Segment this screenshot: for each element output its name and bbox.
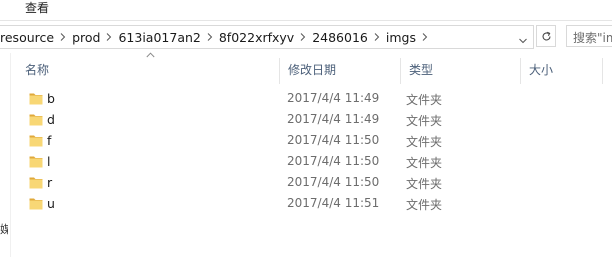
refresh-button[interactable]	[536, 25, 556, 47]
column-size-header[interactable]: 大小	[520, 58, 602, 84]
tab-view[interactable]: 查看	[25, 0, 49, 20]
file-type: 文件夹	[406, 93, 443, 107]
refresh-icon	[541, 31, 551, 41]
file-name: b	[47, 91, 55, 106]
file-type: 文件夹	[406, 114, 443, 128]
file-date: 2017/4/4 11:51	[287, 196, 380, 210]
file-name: d	[47, 112, 55, 127]
chevron-right-icon[interactable]	[203, 33, 217, 41]
column-extra-header[interactable]	[602, 58, 612, 84]
chevron-right-icon[interactable]	[370, 33, 384, 41]
file-name: f	[47, 133, 52, 148]
crumb-613ia017an2[interactable]: 613ia017an2	[116, 30, 202, 45]
file-list: b 2017/4/4 11:49 文件夹 d 2017/4/4 11:49 文件…	[14, 89, 612, 215]
folder-icon	[29, 114, 43, 126]
list-item[interactable]: l 2017/4/4 11:50 文件夹	[14, 152, 612, 173]
file-type: 文件夹	[406, 177, 443, 191]
chevron-right-icon[interactable]	[56, 33, 70, 41]
navigation-pane: 媒	[0, 53, 11, 257]
file-date: 2017/4/4 11:49	[287, 112, 380, 126]
nav-item-fragment[interactable]: 媒	[0, 221, 8, 237]
crumb-8f022xrfxyv[interactable]: 8f022xrfxyv	[217, 30, 296, 45]
search-input[interactable]: 搜索"im	[566, 25, 612, 47]
breadcrumb: resource prod 613ia017an2 8f022xrfxyv 24…	[0, 26, 432, 48]
list-item[interactable]: f 2017/4/4 11:50 文件夹	[14, 131, 612, 152]
column-type-header[interactable]: 类型	[400, 58, 520, 84]
ribbon: 查看	[0, 0, 612, 21]
column-header: 名称 修改日期 类型 大小	[14, 58, 612, 84]
list-item[interactable]: u 2017/4/4 11:51 文件夹	[14, 194, 612, 215]
file-type: 文件夹	[406, 198, 443, 212]
file-name: r	[47, 175, 53, 190]
file-type: 文件夹	[406, 156, 443, 170]
list-item[interactable]: r 2017/4/4 11:50 文件夹	[14, 173, 612, 194]
file-date: 2017/4/4 11:50	[287, 175, 380, 189]
file-date: 2017/4/4 11:50	[287, 154, 380, 168]
folder-icon	[29, 135, 43, 147]
file-type: 文件夹	[406, 135, 443, 149]
folder-icon	[29, 198, 43, 210]
chevron-right-icon[interactable]	[102, 33, 116, 41]
address-dropdown-button[interactable]	[514, 30, 532, 52]
search-placeholder: 搜索"im	[573, 31, 612, 45]
column-date-header[interactable]: 修改日期	[279, 58, 400, 84]
chevron-down-icon	[519, 38, 527, 44]
crumb-2486016[interactable]: 2486016	[310, 30, 370, 45]
crumb-resource[interactable]: resource	[0, 30, 56, 45]
file-name: u	[47, 196, 55, 211]
crumb-prod[interactable]: prod	[70, 30, 102, 45]
list-item[interactable]: b 2017/4/4 11:49 文件夹	[14, 89, 612, 110]
chevron-right-icon[interactable]	[296, 33, 310, 41]
address-bar[interactable]: resource prod 613ia017an2 8f022xrfxyv 24…	[0, 25, 534, 49]
list-item[interactable]: d 2017/4/4 11:49 文件夹	[14, 110, 612, 131]
address-row: resource prod 613ia017an2 8f022xrfxyv 24…	[0, 21, 612, 53]
column-name-header[interactable]: 名称	[17, 58, 281, 84]
file-date: 2017/4/4 11:50	[287, 133, 380, 147]
crumb-imgs[interactable]: imgs	[384, 30, 418, 45]
file-date: 2017/4/4 11:49	[287, 91, 380, 105]
folder-icon	[29, 177, 43, 189]
file-name: l	[47, 154, 51, 169]
folder-icon	[29, 156, 43, 168]
folder-icon	[29, 93, 43, 105]
chevron-right-icon[interactable]	[418, 33, 432, 41]
